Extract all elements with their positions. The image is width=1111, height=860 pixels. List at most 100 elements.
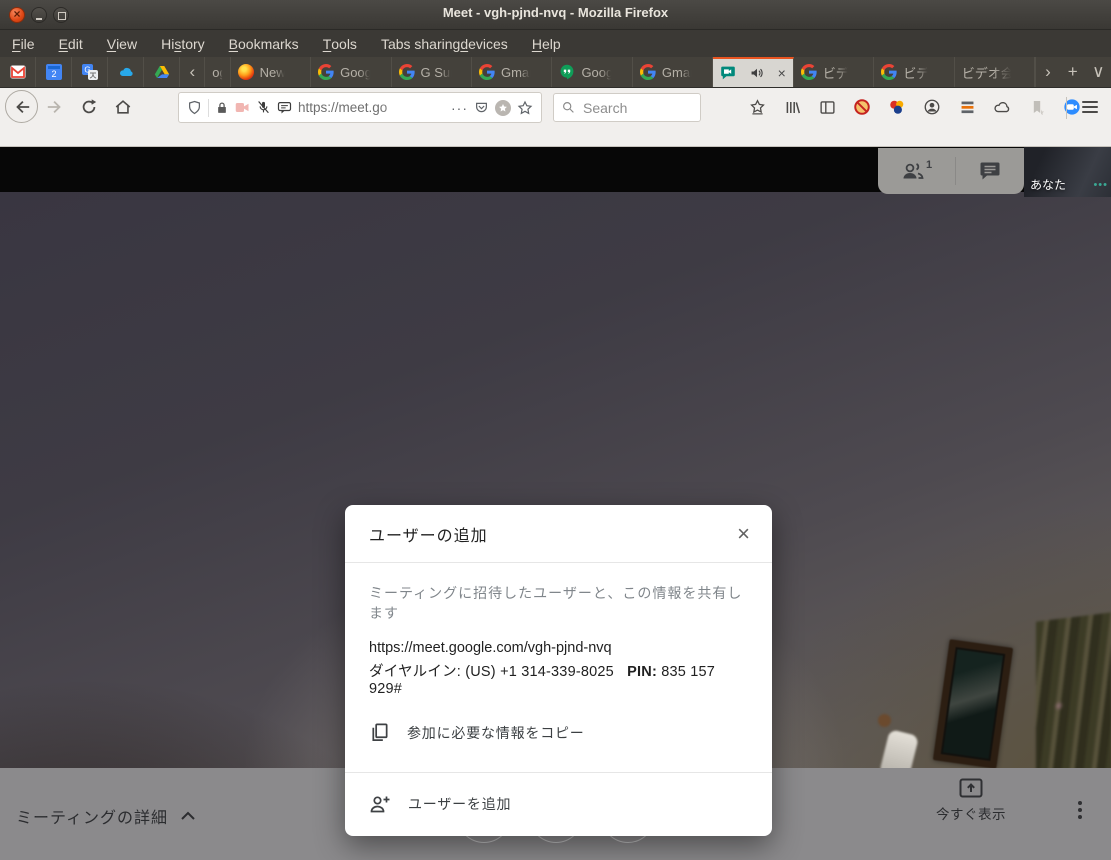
tab-new[interactable]: New bbox=[231, 57, 311, 87]
saved-flag-icon[interactable] bbox=[1028, 98, 1046, 116]
tab-google-1[interactable]: Goog bbox=[311, 57, 391, 87]
pin-label: PIN: bbox=[627, 664, 657, 680]
translate-icon: G bbox=[82, 64, 98, 80]
dialin-label: ダイヤルイン: bbox=[369, 664, 461, 680]
google-icon bbox=[801, 64, 817, 80]
search-input[interactable] bbox=[581, 99, 681, 117]
present-now-label: 今すぐ表示 bbox=[936, 803, 1006, 823]
tab-scroll-right-button[interactable]: › bbox=[1035, 57, 1060, 87]
tab-video-1[interactable]: ビデ bbox=[794, 57, 874, 87]
toolbar-divider bbox=[1066, 97, 1067, 119]
tab-list-dropdown-button[interactable]: ∨ bbox=[1085, 57, 1111, 87]
meeting-details-toggle[interactable]: ミーティングの詳細 bbox=[16, 804, 196, 828]
back-button[interactable] bbox=[5, 90, 38, 123]
dialog-close-icon[interactable]: × bbox=[737, 523, 750, 545]
back-arrow-icon bbox=[13, 98, 31, 116]
tab-gmail-1[interactable]: Gmai bbox=[472, 57, 552, 87]
self-view-thumbnail[interactable]: あなた ••• bbox=[1024, 147, 1111, 197]
notification-bubble-icon[interactable] bbox=[277, 100, 292, 115]
microphone-blocked-icon[interactable] bbox=[256, 100, 271, 115]
tab-audio-icon[interactable] bbox=[750, 66, 764, 80]
pocket-icon[interactable] bbox=[474, 100, 489, 115]
url-bar[interactable]: https://meet.go ··· bbox=[178, 92, 542, 123]
reload-icon bbox=[80, 98, 98, 116]
screenshots-icon[interactable] bbox=[495, 100, 511, 116]
chat-icon bbox=[979, 160, 1001, 182]
pinned-tab-translate[interactable]: G bbox=[72, 57, 108, 87]
menu-tabs-sharing-devices[interactable]: Tabs sharing devices bbox=[369, 30, 520, 57]
menu-history[interactable]: History bbox=[149, 30, 217, 57]
tab-clipped[interactable]: og bbox=[205, 57, 230, 87]
dialog-body: ミーティングに招待したユーザーと、この情報を共有します https://meet… bbox=[345, 563, 772, 772]
reload-button[interactable] bbox=[80, 98, 98, 116]
navigation-toolbar: https://meet.go ··· bbox=[0, 88, 1111, 147]
sidebar-toggle-icon[interactable] bbox=[818, 98, 836, 116]
home-button[interactable] bbox=[114, 98, 132, 116]
menu-hamburger-icon[interactable] bbox=[1082, 101, 1098, 113]
tab-video-3[interactable]: ビデオ会 bbox=[955, 57, 1035, 87]
menu-view[interactable]: View bbox=[95, 30, 149, 57]
tab-video-2[interactable]: ビデ bbox=[874, 57, 954, 87]
account-icon[interactable] bbox=[923, 98, 941, 116]
google-icon bbox=[318, 64, 334, 80]
page-actions-overflow-icon[interactable]: ··· bbox=[451, 100, 468, 116]
camera-in-use-icon[interactable] bbox=[235, 101, 250, 114]
pinned-tab-drive[interactable] bbox=[144, 57, 180, 87]
menu-file[interactable]: File bbox=[0, 30, 47, 57]
search-bar[interactable] bbox=[553, 93, 701, 122]
new-tab-button[interactable]: + bbox=[1060, 57, 1086, 87]
svg-text:2: 2 bbox=[51, 69, 56, 79]
pinned-tab-onedrive[interactable] bbox=[108, 57, 144, 87]
participants-button[interactable]: 1 bbox=[901, 160, 932, 182]
cloud-extension-icon[interactable] bbox=[993, 98, 1011, 116]
present-now-button[interactable]: 今すぐ表示 bbox=[931, 778, 1011, 823]
toolbar-extensions bbox=[748, 98, 1081, 116]
menu-help[interactable]: Help bbox=[520, 30, 573, 57]
pinned-tab-calendar[interactable]: 2 bbox=[36, 57, 72, 87]
google-icon bbox=[881, 64, 897, 80]
tab-meet-active[interactable]: × bbox=[713, 57, 793, 87]
pinned-tab-gmail[interactable] bbox=[0, 57, 36, 87]
tab-gmail-2[interactable]: Gmai bbox=[633, 57, 713, 87]
firefox-window: Meet - vgh-pjnd-nvq - Mozilla Firefox Fi… bbox=[0, 0, 1111, 860]
participants-icon bbox=[901, 160, 925, 182]
tracking-protection-shield-icon[interactable] bbox=[187, 100, 202, 115]
dialog-header: ユーザーの追加 × bbox=[345, 505, 772, 562]
bookmark-star-icon[interactable] bbox=[517, 100, 533, 116]
lock-icon[interactable] bbox=[215, 101, 229, 115]
dialin-number: (US) +1 314-339-8025 bbox=[465, 664, 614, 680]
forward-button[interactable] bbox=[46, 98, 64, 116]
forward-arrow-icon bbox=[46, 98, 64, 116]
tab-scroll-left-button[interactable]: ‹ bbox=[180, 57, 205, 87]
tab-close-icon[interactable]: × bbox=[778, 66, 786, 80]
database-extension-icon[interactable] bbox=[958, 98, 976, 116]
save-bookmark-star-icon[interactable] bbox=[748, 98, 766, 116]
more-options-kebab-icon[interactable] bbox=[1078, 801, 1082, 819]
library-icon[interactable] bbox=[783, 98, 801, 116]
gmail-icon bbox=[10, 64, 26, 80]
chevron-up-icon bbox=[180, 810, 196, 822]
menu-tools[interactable]: Tools bbox=[311, 30, 369, 57]
wall-hook bbox=[878, 714, 891, 727]
chat-button[interactable] bbox=[979, 160, 1001, 182]
firefox-icon bbox=[238, 64, 254, 80]
google-icon bbox=[479, 64, 495, 80]
hangouts-icon bbox=[559, 64, 575, 80]
meet-icon bbox=[720, 65, 736, 81]
colorzilla-extension-icon[interactable] bbox=[888, 98, 906, 116]
audio-level-indicator: ••• bbox=[1093, 179, 1108, 191]
url-text[interactable]: https://meet.go bbox=[298, 100, 445, 115]
search-icon bbox=[562, 101, 575, 114]
adblocker-extension-icon[interactable] bbox=[853, 98, 871, 116]
add-users-button[interactable]: ユーザーを追加 bbox=[345, 773, 772, 836]
picture-frame bbox=[933, 639, 1013, 769]
person-add-icon bbox=[369, 794, 391, 814]
menu-bookmarks[interactable]: Bookmarks bbox=[217, 30, 311, 57]
copy-joining-info-button[interactable]: 参加に必要な情報をコピー bbox=[369, 722, 748, 772]
window-title: Meet - vgh-pjnd-nvq - Mozilla Firefox bbox=[0, 5, 1111, 20]
tab-hangouts[interactable]: Goog bbox=[552, 57, 632, 87]
tab-gsuite[interactable]: G Sui bbox=[392, 57, 472, 87]
meeting-details-label: ミーティングの詳細 bbox=[16, 804, 168, 828]
menu-edit[interactable]: Edit bbox=[47, 30, 95, 57]
participant-count-badge: 1 bbox=[926, 160, 932, 171]
